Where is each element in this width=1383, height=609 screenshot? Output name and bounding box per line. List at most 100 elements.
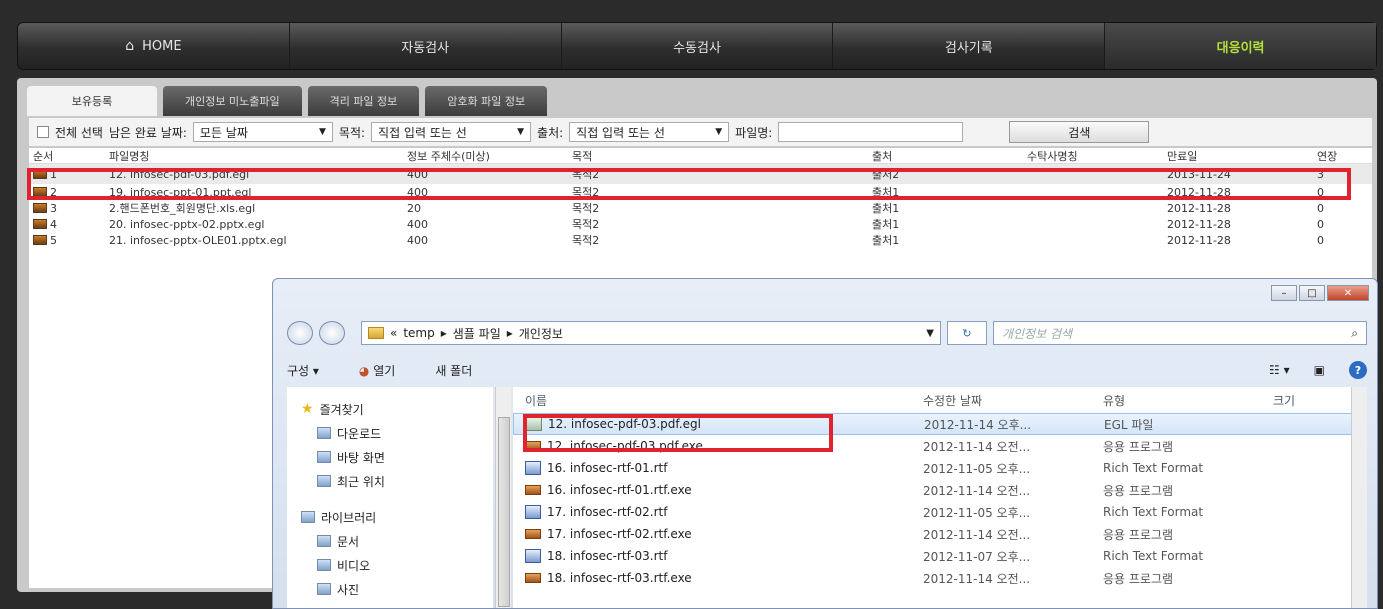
file-scrollbar[interactable] (1351, 387, 1367, 608)
path-segment-temp[interactable]: temp (403, 326, 434, 340)
nav-item[interactable]: 바탕 화면 (287, 445, 493, 469)
search-button[interactable]: 검색 (1009, 121, 1150, 143)
filename-input[interactable] (778, 122, 964, 142)
nav-item[interactable]: 라이브러리 (287, 505, 493, 529)
list-item[interactable]: 16. infosec-rtf-01.rtf.exe 2012-11-14 오전.… (513, 479, 1367, 501)
exe-file-icon (525, 485, 541, 495)
table-row[interactable]: 5 21. infosec-pptx-OLE01.pptx.egl 400 목적2 출처… (29, 232, 1372, 248)
nav-item[interactable]: 사진 (287, 577, 493, 601)
list-item[interactable]: 17. infosec-rtf-02.rtf.exe 2012-11-14 오전.… (513, 523, 1367, 545)
nav-item[interactable]: 최근 위치 (287, 469, 493, 493)
nav-item[interactable]: ★ 즐겨찾기 (287, 397, 493, 421)
col-expiry[interactable]: 만료일 (1167, 148, 1317, 164)
exe-file-icon (525, 573, 541, 583)
organize-button[interactable]: 구성 ▾ (287, 362, 319, 379)
file-type: Rich Text Format (1103, 461, 1204, 475)
help-icon[interactable]: ? (1349, 361, 1367, 379)
list-item[interactable]: 16. infosec-rtf-01.rtf 2012-11-05 오후... Ri… (513, 457, 1367, 479)
preview-pane-icon[interactable]: ▣ (1314, 363, 1325, 377)
row-number: 4 (50, 217, 57, 231)
cell-ext: 0 (1317, 233, 1324, 247)
cell-expiry: 2012-11-28 (1167, 201, 1231, 215)
tab-retention[interactable]: 보유등록 (27, 86, 157, 116)
tab-encrypted[interactable]: 암호화 파일 정보 (425, 86, 548, 116)
col-name[interactable]: 이름 (513, 392, 923, 409)
col-count[interactable]: 정보 주체수(미상) (407, 148, 572, 164)
date-filter-label: 남은 완료 날짜: (108, 125, 187, 140)
nav-manual-scan[interactable]: 수동검사 (562, 23, 834, 69)
forward-button[interactable] (319, 321, 345, 345)
col-filename[interactable]: 파일명칭 (109, 148, 407, 164)
refresh-button[interactable]: ↻ (947, 321, 987, 345)
recent-places-icon (317, 475, 331, 487)
source-filter-select[interactable]: 직접 입력 또는 선 ▼ (569, 122, 730, 142)
nav-scan-history[interactable]: 검사기록 (833, 23, 1106, 69)
list-item[interactable]: 17. infosec-rtf-02.rtf 2012-11-05 오후... Ri… (513, 501, 1367, 523)
table-row[interactable]: 4 20. infosec-pptx-02.pptx.egl 400 목적2 출처1 20… (29, 216, 1372, 232)
tab-quarantine[interactable]: 격리 파일 정보 (307, 86, 420, 116)
cell-ext: 0 (1317, 217, 1324, 231)
close-button[interactable]: ✕ (1327, 285, 1369, 301)
col-purpose[interactable]: 목적 (572, 148, 872, 164)
select-all-checkbox[interactable] (37, 126, 49, 138)
nav-home[interactable]: ⌂ HOME (18, 23, 290, 69)
file-date: 2012-11-14 오전... (923, 571, 1031, 586)
back-button[interactable] (287, 321, 313, 345)
nav-auto-scan[interactable]: 자동검사 (290, 23, 562, 69)
view-options-icon[interactable]: ☷ ▾ (1269, 363, 1290, 377)
date-filter-select[interactable]: 모든 날짜 ▼ (192, 122, 333, 142)
cell-file: 21. infosec-pptx-OLE01.pptx.egl (109, 233, 287, 247)
list-item[interactable]: 18. infosec-rtf-03.rtf.exe 2012-11-14 오전.… (513, 567, 1367, 589)
nav-item[interactable]: 문서 (287, 529, 493, 553)
col-vendor[interactable]: 수탁사명칭 (1027, 148, 1167, 164)
minimize-button[interactable]: – (1271, 285, 1297, 301)
documents-icon (317, 535, 331, 547)
file-name-cell: 17. infosec-rtf-02.rtf (513, 505, 923, 519)
cell-no: 5 (29, 234, 109, 247)
col-type[interactable]: 유형 (1103, 392, 1273, 409)
path-segment-personal[interactable]: 개인정보 (519, 325, 563, 342)
top-nav: ⌂ HOME 자동검사 수동검사 검사기록 대응이력 (17, 22, 1377, 70)
maximize-button[interactable]: □ (1299, 285, 1325, 301)
file-icon (33, 203, 47, 213)
file-date: 2012-11-07 오후... (923, 549, 1031, 564)
col-no[interactable]: 순서 (29, 148, 109, 164)
table-row[interactable]: 3 2.핸드폰번호_회원명단.xls.egl 20 목적2 출처1 2012-11-28 0 (29, 200, 1372, 216)
highlight-box-explorer (523, 414, 833, 452)
file-date: 2012-11-14 오후... (924, 417, 1032, 432)
cell-purpose: 목적2 (572, 202, 600, 215)
nav-item[interactable]: 다운로드 (287, 421, 493, 445)
chevron-down-icon[interactable]: ▼ (926, 328, 934, 339)
cell-ext: 0 (1317, 201, 1324, 215)
rtf-file-icon (525, 461, 541, 475)
open-label: 열기 (373, 363, 396, 378)
col-extension[interactable]: 연장 (1317, 148, 1367, 164)
nav-item[interactable]: 비디오 (287, 553, 493, 577)
chevron-down-icon: ▼ (517, 127, 525, 137)
address-bar[interactable]: « temp ▸ 샘플 파일 ▸ 개인정보 ▼ (361, 321, 941, 345)
file-name: 17. infosec-rtf-02.rtf.exe (547, 527, 692, 541)
search-input[interactable]: 개인정보 검색 ⌕ (993, 321, 1367, 345)
nav-response-history[interactable]: 대응이력 (1105, 23, 1376, 69)
cell-source: 출처1 (872, 234, 900, 247)
path-segment-sample[interactable]: 샘플 파일 (453, 325, 501, 342)
file-name-cell: 18. infosec-rtf-03.rtf.exe (513, 571, 923, 585)
file-type: 응용 프로그램 (1103, 439, 1174, 454)
list-item[interactable]: 18. infosec-rtf-03.rtf 2012-11-07 오후... Ri… (513, 545, 1367, 567)
pictures-icon (317, 583, 331, 595)
open-button[interactable]: ◕ 열기 (359, 362, 395, 379)
nav-scrollbar[interactable] (495, 387, 511, 608)
row-number: 3 (50, 201, 57, 215)
purpose-filter-label: 목적: (338, 125, 366, 140)
purpose-filter-select[interactable]: 직접 입력 또는 선 ▼ (371, 122, 532, 142)
file-name: 17. infosec-rtf-02.rtf (547, 505, 668, 519)
file-type: Rich Text Format (1103, 549, 1204, 563)
tab-unexposed[interactable]: 개인정보 미노출파일 (163, 86, 302, 116)
nav-scroll-thumb[interactable] (498, 417, 510, 607)
file-type: 응용 프로그램 (1103, 483, 1174, 498)
new-folder-button[interactable]: 새 폴더 (435, 362, 472, 379)
col-source[interactable]: 출처 (872, 148, 1027, 164)
col-modified[interactable]: 수정한 날짜 (923, 392, 1103, 409)
file-date: 2012-11-05 오후... (923, 505, 1031, 520)
grid-header: 순서 파일명칭 정보 주체수(미상) 목적 출처 수탁사명칭 만료일 연장 (29, 148, 1372, 164)
